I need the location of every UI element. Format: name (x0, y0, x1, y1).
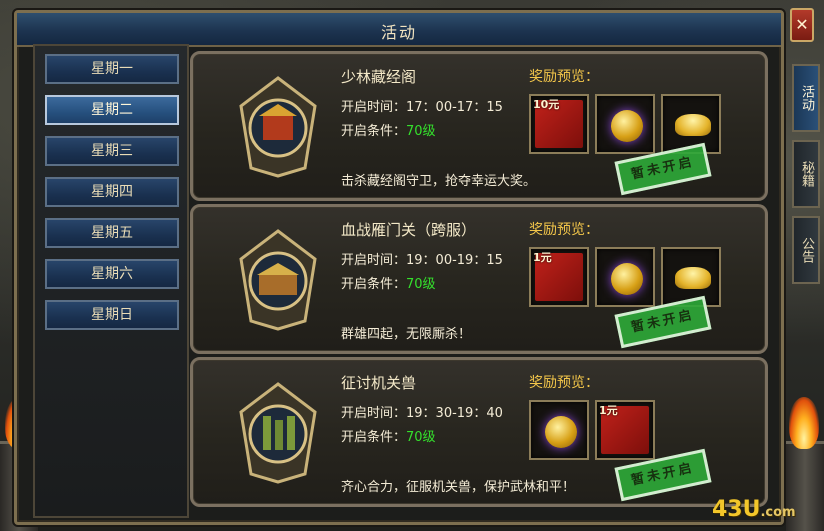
reward-coin[interactable] (595, 247, 655, 307)
day-tab-sunday[interactable]: 星期日 (45, 300, 179, 330)
day-tab-friday[interactable]: 星期五 (45, 218, 179, 248)
watermark-brand: 43U (712, 497, 761, 522)
open-time-value: 19：00-19：15 (406, 253, 503, 268)
level-requirement: 70级 (406, 430, 436, 445)
open-time-row: 开启时间：17：00-17：15 (341, 96, 503, 115)
activity-description: 群雄四起，无限厮杀！ (341, 327, 472, 342)
reward-coin[interactable] (529, 400, 589, 460)
open-condition-row: 开启条件：70级 (341, 273, 436, 292)
reward-amount: 1元 (599, 404, 618, 417)
day-tab-wednesday[interactable]: 星期三 (45, 136, 179, 166)
close-button[interactable]: ✕ (790, 8, 814, 42)
activity-card[interactable]: 征讨机关兽 开启时间：19：30-19：40 开启条件：70级 齐心合力，征服机… (190, 357, 768, 507)
open-time-value: 17：00-17：15 (406, 100, 503, 115)
open-condition-label: 开启条件： (341, 430, 407, 445)
reward-red-envelope[interactable]: 1元 (529, 247, 589, 307)
activity-name: 少林藏经阁 (341, 68, 417, 86)
right-torch-flame (789, 397, 819, 449)
reward-coin[interactable] (595, 94, 655, 154)
day-tab-thursday[interactable]: 星期四 (45, 177, 179, 207)
activity-name: 血战雁门关（跨服） (341, 221, 477, 239)
gold-ingot-icon (675, 114, 711, 136)
day-list: 星期一 星期二 星期三 星期四 星期五 星期六 星期日 (33, 44, 189, 518)
level-requirement: 70级 (406, 277, 436, 292)
activity-card[interactable]: 少林藏经阁 开启时间：17：00-17：15 开启条件：70级 击杀藏经阁守卫，… (190, 51, 768, 201)
open-time-row: 开启时间：19：00-19：15 (341, 249, 503, 268)
coin-icon (611, 263, 643, 295)
yanmen-pass-emblem-icon (235, 229, 321, 331)
site-watermark: 43U.com (712, 497, 796, 522)
close-icon: ✕ (795, 15, 809, 34)
activity-description: 齐心合力，征服机关兽，保护武林和平！ (341, 480, 576, 495)
watermark-suffix: .com (760, 505, 796, 520)
day-tab-saturday[interactable]: 星期六 (45, 259, 179, 289)
day-tab-monday[interactable]: 星期一 (45, 54, 179, 84)
level-requirement: 70级 (406, 124, 436, 139)
side-tab-cheats[interactable]: 秘籍 (792, 140, 820, 208)
reward-preview-title: 奖励预览： (529, 69, 599, 85)
activity-name: 征讨机关兽 (341, 374, 417, 392)
activity-description: 击杀藏经阁守卫，抢夺幸运大奖。 (341, 174, 537, 189)
open-time-label: 开启时间： (341, 406, 407, 421)
reward-amount: 10元 (533, 98, 560, 111)
mechanical-beast-emblem-icon (235, 382, 321, 484)
open-time-value: 19：30-19：40 (406, 406, 503, 421)
coin-icon (611, 110, 643, 142)
open-time-label: 开启时间： (341, 253, 407, 268)
reward-red-envelope[interactable]: 10元 (529, 94, 589, 154)
side-tab-announcement[interactable]: 公告 (792, 216, 820, 284)
open-condition-label: 开启条件： (341, 124, 407, 139)
coin-icon (545, 416, 577, 448)
open-condition-row: 开启条件：70级 (341, 426, 436, 445)
activity-card[interactable]: 血战雁门关（跨服） 开启时间：19：00-19：15 开启条件：70级 群雄四起… (190, 204, 768, 354)
activity-list: 少林藏经阁 开启时间：17：00-17：15 开启条件：70级 击杀藏经阁守卫，… (190, 44, 770, 518)
reward-red-envelope[interactable]: 1元 (595, 400, 655, 460)
window-title: 活动 (380, 23, 417, 42)
open-time-row: 开启时间：19：30-19：40 (341, 402, 503, 421)
gold-ingot-icon (675, 267, 711, 289)
open-condition-label: 开启条件： (341, 277, 407, 292)
shaolin-pavilion-emblem-icon (235, 76, 321, 178)
reward-preview-title: 奖励预览： (529, 375, 599, 391)
open-condition-row: 开启条件：70级 (341, 120, 436, 139)
day-tab-tuesday[interactable]: 星期二 (45, 95, 179, 125)
window-titlebar: 活动 (17, 13, 781, 47)
side-tab-activities[interactable]: 活动 (792, 64, 820, 132)
reward-amount: 1元 (533, 251, 552, 264)
reward-preview-title: 奖励预览： (529, 222, 599, 238)
open-time-label: 开启时间： (341, 100, 407, 115)
